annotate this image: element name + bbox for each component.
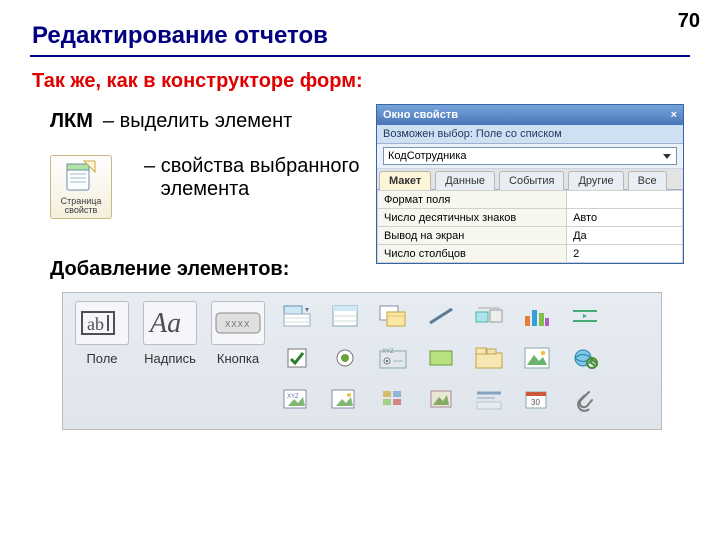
- checkbox-icon[interactable]: [279, 343, 315, 373]
- date-icon[interactable]: 30: [519, 385, 555, 415]
- textbox-icon: ab: [75, 301, 129, 345]
- propwin-grid: Формат поля Число десятичных знаковАвто …: [377, 190, 683, 263]
- propwin-tabs: Макет Данные События Другие Все: [377, 169, 683, 190]
- tool-textbox[interactable]: ab Поле: [75, 301, 129, 366]
- tab-other[interactable]: Другие: [568, 171, 623, 190]
- svg-text:Aa: Aa: [148, 308, 181, 339]
- property-sheet-button[interactable]: Страницасвойств: [50, 155, 112, 219]
- subform-icon[interactable]: [375, 301, 411, 331]
- subtitle: Так же, как в конструкторе форм:: [32, 70, 363, 93]
- tab-layout[interactable]: Макет: [379, 171, 431, 190]
- properties-window: Окно свойств × Возможен выбор: Поле со с…: [376, 104, 684, 264]
- chevron-down-icon: [662, 151, 672, 161]
- page-title: Редактирование отчетов: [32, 22, 328, 50]
- title-rule: [30, 55, 690, 57]
- table-row[interactable]: Вывод на экранДа: [378, 227, 683, 245]
- svg-text:30: 30: [531, 398, 540, 407]
- tool-button[interactable]: XXXX Кнопка: [211, 301, 265, 366]
- table-row[interactable]: Число столбцов2: [378, 245, 683, 263]
- lkm-row: ЛКМ – выделить элемент: [50, 110, 292, 133]
- logo-icon[interactable]: [423, 385, 459, 415]
- hyperlink-icon[interactable]: [567, 343, 603, 373]
- attachment-icon[interactable]: [567, 385, 603, 415]
- tab-control-icon[interactable]: [471, 343, 507, 373]
- property-sheet-caption: Страницасвойств: [61, 197, 102, 216]
- propwin-subheader: Возможен выбор: Поле со списком: [377, 125, 683, 144]
- chart-icon[interactable]: [519, 301, 555, 331]
- lkm-desc: – выделить элемент: [103, 110, 292, 133]
- line-icon[interactable]: [423, 301, 459, 331]
- unbound-object-icon[interactable]: [327, 385, 363, 415]
- propwin-title: Окно свойств: [383, 109, 458, 121]
- small-tools-grid: XYZ XYZ 30: [279, 301, 609, 421]
- label-icon: Aa: [143, 301, 197, 345]
- svg-text:ab: ab: [87, 314, 104, 334]
- add-elements-heading: Добавление элементов:: [50, 258, 289, 281]
- controls-toolbox: ab Поле Aa Надпись XXXX Кнопка: [62, 292, 662, 430]
- option-group-icon[interactable]: XYZ: [375, 343, 411, 373]
- toggle-icon[interactable]: [471, 301, 507, 331]
- more-controls-icon[interactable]: [375, 385, 411, 415]
- close-icon[interactable]: ×: [671, 109, 677, 121]
- property-sheet-icon: [64, 160, 98, 194]
- listbox-icon[interactable]: [327, 301, 363, 331]
- svg-text:XYZ: XYZ: [287, 394, 299, 400]
- button-icon: XXXX: [211, 301, 265, 345]
- lkm-label: ЛКМ: [50, 110, 93, 133]
- svg-text:XYZ: XYZ: [382, 349, 394, 355]
- tool-label[interactable]: Aa Надпись: [143, 301, 197, 366]
- tab-all[interactable]: Все: [628, 171, 667, 190]
- combobox-icon[interactable]: [279, 301, 315, 331]
- rectangle-icon[interactable]: [423, 343, 459, 373]
- object-selector-combo[interactable]: КодСотрудника: [383, 147, 677, 165]
- image-frame-icon[interactable]: [519, 343, 555, 373]
- svg-text:XXXX: XXXX: [225, 320, 250, 329]
- propwin-combo-row: КодСотрудника: [377, 144, 683, 169]
- table-row[interactable]: Формат поля: [378, 191, 683, 209]
- page-number: 70: [678, 10, 700, 33]
- propwin-titlebar: Окно свойств ×: [377, 105, 683, 125]
- table-row[interactable]: Число десятичных знаковАвто: [378, 209, 683, 227]
- properties-desc: свойства выбранного элемента: [116, 155, 360, 201]
- combo-value: КодСотрудника: [388, 150, 467, 162]
- properties-row: Страницасвойств свойства выбранного элем…: [50, 155, 360, 219]
- bound-object-icon[interactable]: XYZ: [279, 385, 315, 415]
- title-icon[interactable]: [471, 385, 507, 415]
- tab-data[interactable]: Данные: [435, 171, 495, 190]
- option-button-icon[interactable]: [327, 343, 363, 373]
- page-break-icon[interactable]: [567, 301, 603, 331]
- tab-events[interactable]: События: [499, 171, 564, 190]
